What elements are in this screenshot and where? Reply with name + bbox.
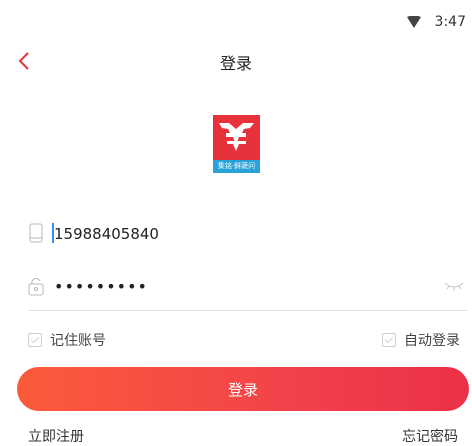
remember-account-label[interactable]: 记住账号	[50, 330, 106, 350]
login-button[interactable]: 登录	[17, 367, 469, 411]
nav-bar: 登录	[0, 40, 472, 84]
checkbox-icon[interactable]	[382, 333, 396, 347]
eye-closed-icon[interactable]	[444, 280, 464, 292]
password-field[interactable]: •••••••••	[28, 268, 468, 311]
register-link[interactable]: 立即注册	[28, 426, 84, 446]
checkbox-icon[interactable]	[28, 333, 42, 347]
wifi-icon	[407, 16, 421, 28]
remember-account-checkbox[interactable]: 记住账号	[28, 330, 106, 350]
forgot-password-link[interactable]: 忘记密码	[402, 426, 458, 446]
password-input-value[interactable]: •••••••••	[54, 277, 148, 296]
options-row: 记住账号 自动登录	[28, 328, 460, 352]
phone-field[interactable]: 15988405840	[28, 215, 468, 251]
bull-logo-icon	[219, 123, 254, 151]
status-time: 3:47	[434, 14, 466, 30]
phone-icon	[29, 223, 43, 243]
auto-login-label[interactable]: 自动登录	[404, 330, 460, 350]
phone-input-value[interactable]: 15988405840	[54, 225, 159, 243]
auto-login-checkbox[interactable]: 自动登录	[382, 330, 460, 350]
lock-icon	[28, 278, 44, 296]
logo-caption: 集铭·鲜蔬问	[213, 160, 260, 173]
page-title: 登录	[219, 54, 252, 73]
app-logo: 集铭·鲜蔬问	[213, 115, 260, 173]
status-bar: 3:47	[0, 0, 472, 32]
